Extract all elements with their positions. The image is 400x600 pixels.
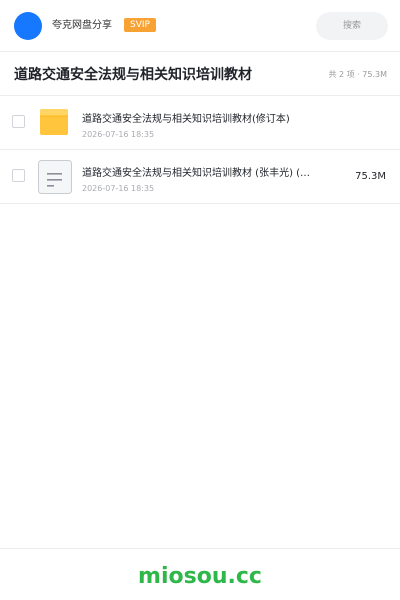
search-input[interactable] (316, 12, 388, 40)
avatar[interactable] (14, 12, 42, 40)
folder-icon (38, 106, 70, 138)
row-checkbox[interactable] (12, 169, 25, 182)
file-date: 2026-07-16 18:35 (82, 130, 155, 139)
row-checkbox[interactable] (12, 115, 25, 128)
file-date: 2026-07-16 18:35 (82, 184, 155, 193)
document-icon (38, 160, 72, 194)
file-name[interactable]: 道路交通安全法规与相关知识培训教材(修订本) (82, 113, 332, 127)
file-name[interactable]: 道路交通安全法规与相关知识培训教材 (张丰光) (… (82, 167, 332, 181)
file-row[interactable]: 道路交通安全法规与相关知识培训教材 (张丰光) (… 2026-07-16 18… (0, 150, 400, 204)
username[interactable]: 夸克网盘分享 (52, 19, 112, 33)
title-bar: 道路交通安全法规与相关知识培训教材 共 2 项 · 75.3M (0, 52, 400, 96)
page-title: 道路交通安全法规与相关知识培训教材 (14, 67, 252, 83)
top-header: 夸克网盘分享 SVIP (0, 0, 400, 52)
svip-badge: SVIP (124, 18, 156, 32)
file-row[interactable]: 道路交通安全法规与相关知识培训教材(修订本) 2026-07-16 18:35 (0, 96, 400, 150)
file-size: 75.3M (355, 171, 386, 182)
footer: miosou.cc (0, 548, 400, 600)
file-summary: 共 2 项 · 75.3M (328, 70, 387, 79)
brand-watermark[interactable]: miosou.cc (0, 564, 400, 590)
